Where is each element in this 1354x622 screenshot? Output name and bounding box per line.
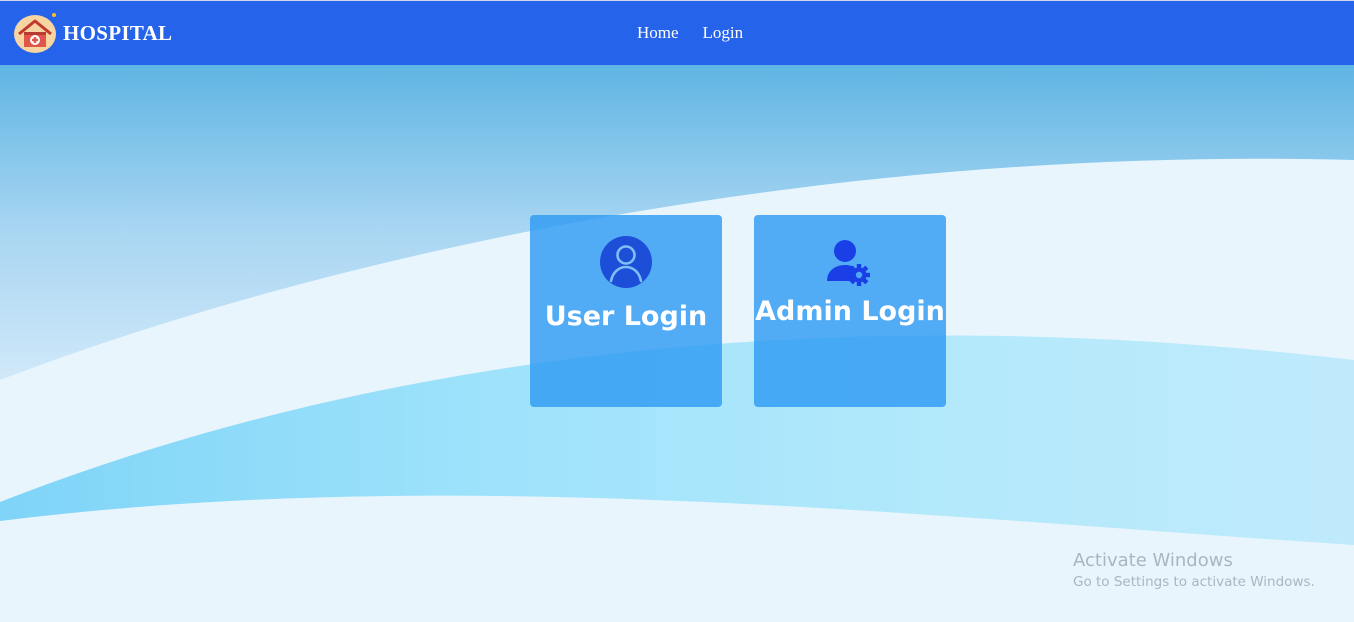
- user-gear-icon: [827, 240, 870, 286]
- nav-home-link[interactable]: Home: [637, 23, 679, 43]
- watermark-subtitle: Go to Settings to activate Windows.: [1073, 574, 1315, 590]
- navbar: HOSPITAL Home Login: [0, 0, 1354, 65]
- admin-login-label: Admin Login: [755, 296, 945, 327]
- hospital-house-icon: [14, 13, 56, 53]
- user-login-label: User Login: [544, 301, 708, 332]
- brand-name: HOSPITAL: [63, 20, 173, 45]
- user-circle-icon: [600, 236, 652, 288]
- nav-login-link[interactable]: Login: [703, 23, 744, 43]
- watermark-title: Activate Windows: [1073, 550, 1233, 571]
- admin-login-card[interactable]: Admin Login: [754, 215, 946, 407]
- activate-windows-watermark: Activate Windows Go to Settings to activ…: [1073, 550, 1315, 592]
- user-login-card[interactable]: User Login: [530, 215, 722, 407]
- brand[interactable]: HOSPITAL: [14, 13, 172, 53]
- nav-links: Home Login: [637, 23, 743, 43]
